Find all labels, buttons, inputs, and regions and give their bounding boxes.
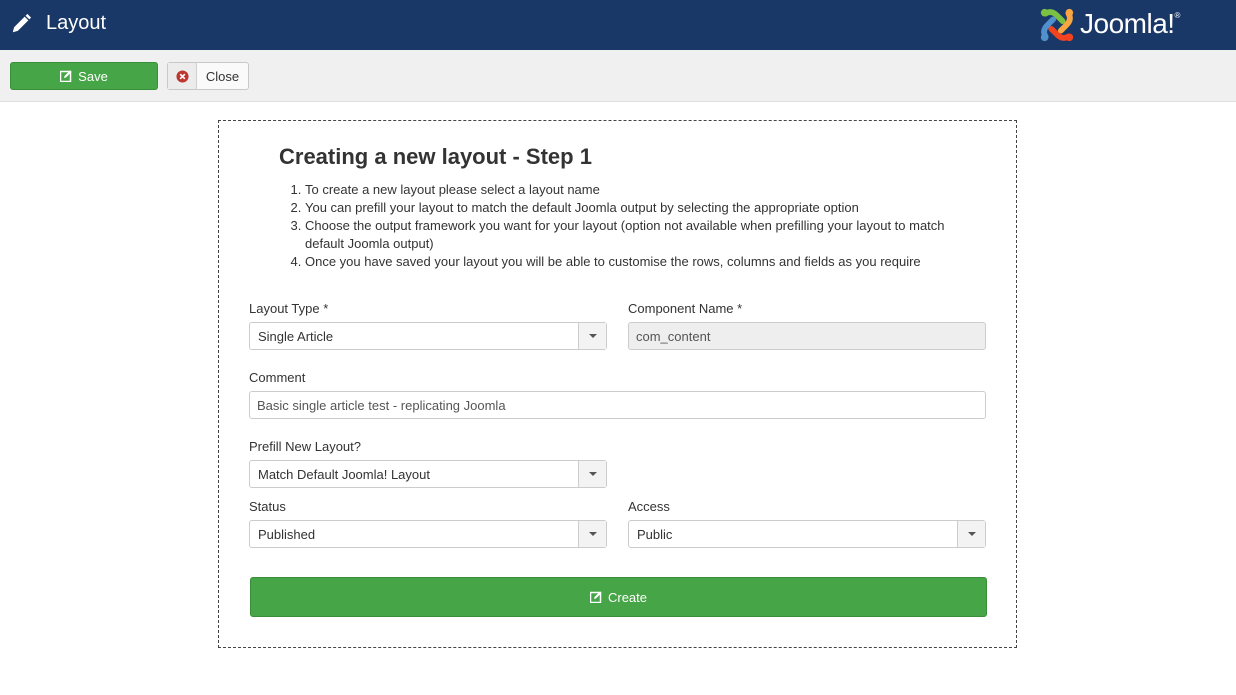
- access-value: Public: [637, 526, 673, 542]
- status-label: Status: [249, 499, 286, 514]
- joomla-logo-icon: [1040, 8, 1074, 42]
- comment-input[interactable]: Basic single article test - replicating …: [249, 391, 986, 419]
- create-button-label: Create: [607, 589, 648, 605]
- page-title: Layout: [46, 12, 107, 34]
- instruction-item: Choose the output framework you want for…: [305, 217, 985, 253]
- joomla-logo[interactable]: Joomla! ®: [1038, 5, 1180, 45]
- access-label: Access: [628, 499, 670, 514]
- header-bar: Layout Joomla! ®: [0, 0, 1236, 50]
- chevron-down-icon[interactable]: [578, 521, 606, 547]
- create-button[interactable]: Create: [250, 577, 987, 617]
- chevron-down-icon[interactable]: [578, 323, 606, 349]
- prefill-label: Prefill New Layout?: [249, 439, 361, 454]
- layout-type-select[interactable]: Single Article: [249, 322, 607, 350]
- save-button-label: Save: [78, 68, 108, 84]
- pencil-icon: [12, 13, 32, 33]
- instructions-list: To create a new layout please select a l…: [305, 181, 985, 271]
- status-select[interactable]: Published: [249, 520, 607, 548]
- form-heading: Creating a new layout - Step 1: [279, 144, 592, 169]
- layout-type-value: Single Article: [258, 328, 334, 344]
- registered-mark: ®: [1174, 10, 1181, 20]
- close-button[interactable]: Close: [167, 62, 249, 90]
- prefill-select[interactable]: Match Default Joomla! Layout: [249, 460, 607, 488]
- instruction-item: You can prefill your layout to match the…: [305, 199, 985, 217]
- close-circle-icon: [175, 69, 189, 83]
- chevron-down-icon[interactable]: [957, 521, 985, 547]
- edit-icon: [60, 70, 72, 82]
- instruction-item: To create a new layout please select a l…: [305, 181, 985, 199]
- layout-type-label: Layout Type *: [249, 301, 329, 316]
- close-button-label: Close: [205, 68, 240, 84]
- prefill-value: Match Default Joomla! Layout: [258, 466, 430, 482]
- component-name-input[interactable]: com_content: [628, 322, 986, 350]
- new-layout-panel: Creating a new layout - Step 1 To create…: [218, 120, 1017, 648]
- status-value: Published: [258, 526, 316, 542]
- save-button[interactable]: Save: [10, 62, 158, 90]
- access-select[interactable]: Public: [628, 520, 986, 548]
- comment-label: Comment: [249, 370, 306, 385]
- joomla-wordmark: Joomla!: [1080, 8, 1175, 39]
- chevron-down-icon[interactable]: [578, 461, 606, 487]
- component-name-label: Component Name *: [628, 301, 743, 316]
- edit-icon: [589, 591, 602, 603]
- instruction-item: Once you have saved your layout you will…: [305, 253, 985, 271]
- toolbar: Save Close: [0, 50, 1236, 102]
